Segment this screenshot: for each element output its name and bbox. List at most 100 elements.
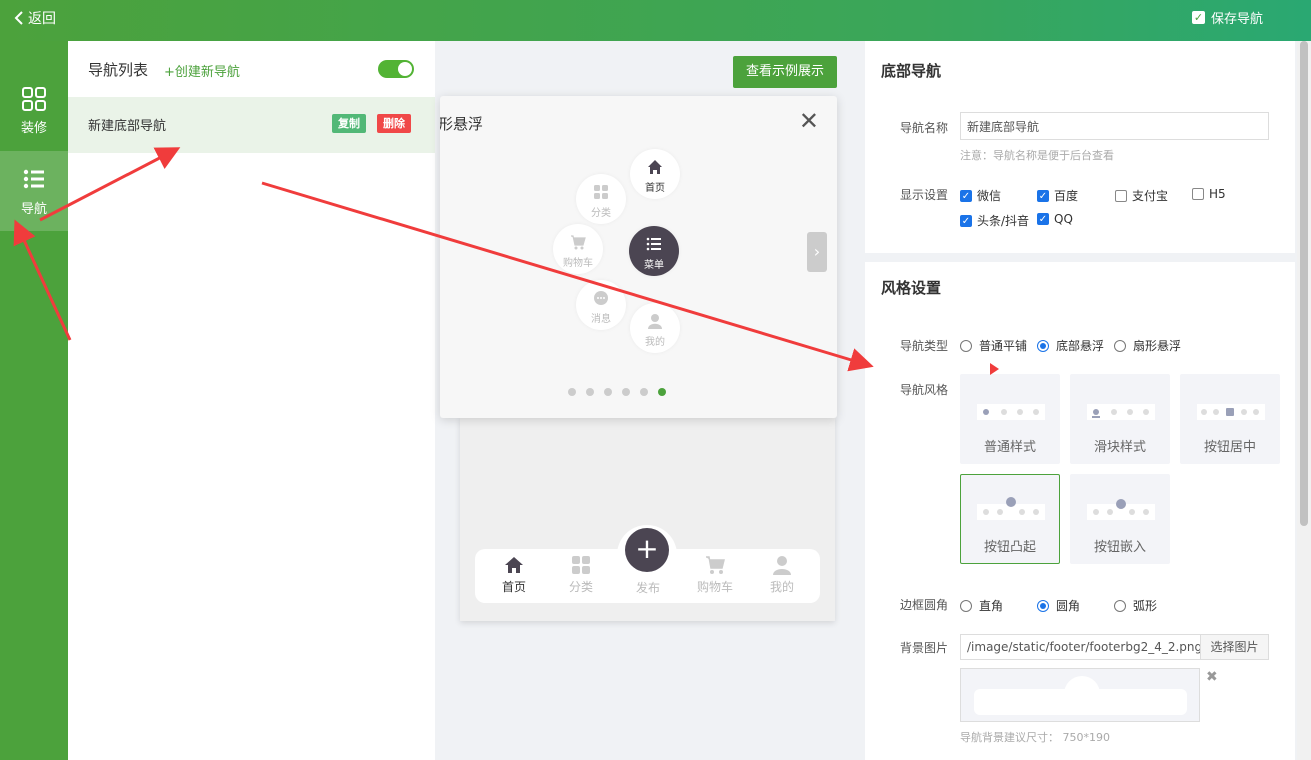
fan-item-message[interactable]: 消息 [576,280,626,330]
copy-button[interactable]: 复制 [332,114,366,133]
settings-panel: 底部导航 导航名称 注意：导航名称是便于后台查看 显示设置 ✓ 微信 ✓ 百度 支付宝 H… [865,41,1295,760]
bg-image-preview [960,668,1200,722]
fan-item-menu[interactable]: 菜单 [629,226,679,276]
page-scrollbar[interactable] [1297,41,1311,760]
nav-name-input[interactable] [960,112,1269,140]
list-icon [23,169,44,189]
radio-label: 底部悬浮 [1056,339,1105,353]
category-icon [572,556,590,574]
style-card-label: 按钮嵌入 [1093,540,1146,555]
slide-dot[interactable] [568,388,576,396]
navigation-list-item[interactable]: 新建底部导航 复制 删除 [68,97,435,153]
slide-dot[interactable] [586,388,594,396]
nav-style-card[interactable]: 按钮居中 [1180,374,1280,464]
fan-item-cart[interactable]: 购物车 [553,224,603,274]
fan-item-mine[interactable]: 我的 [630,303,680,353]
checkbox-icon: ✓ [960,214,972,227]
fan-label: 菜单 [644,260,664,271]
fan-label: 首页 [645,183,665,194]
section-divider [865,253,1295,262]
checkbox-icon: ✓ [1037,189,1049,202]
nav-style-card[interactable]: 按钮嵌入 [1070,474,1170,564]
nav-type-radio[interactable]: 扇形悬浮 [1114,337,1181,354]
sidebar-item-decorate[interactable]: 装修 [0,72,68,152]
nav-type-radio[interactable]: 普通平铺 [960,337,1027,354]
tab-label: 发布 [635,581,660,595]
checkbox-label: QQ [1054,212,1073,226]
platform-checkbox[interactable]: H5 [1192,187,1226,201]
slide-dot[interactable] [640,388,648,396]
sidebar-item-label: 导航 [20,202,47,217]
slide-dot[interactable] [622,388,630,396]
preview-tab-bar: + 首页 分类 发布 购物车 我的 [475,525,820,603]
delete-button[interactable]: 删除 [377,114,411,133]
back-button[interactable]: 返回 [14,8,56,28]
list-icon [646,237,661,251]
radio-label: 弧形 [1133,599,1158,613]
style-preview-graphic [977,404,1045,420]
tab-mine[interactable]: 我的 [757,555,807,595]
select-image-button[interactable]: 选择图片 [1200,634,1269,660]
main-sidebar: 装修 导航 [0,41,68,760]
user-icon [773,556,791,575]
slide-dot[interactable] [604,388,612,396]
style-preview-graphic [1087,499,1155,520]
view-examples-button[interactable]: 查看示例展示 [733,56,837,88]
save-navigation-button[interactable]: ✓ 保存导航 [1191,8,1263,27]
fan-item-home[interactable]: 首页 [630,149,680,199]
style-card-label: 普通样式 [983,440,1036,455]
save-label: 保存导航 [1210,12,1263,27]
style-section-title: 风格设置 [881,279,942,297]
sidebar-item-navigation[interactable]: 导航 [0,151,68,231]
platform-checkbox[interactable]: 支付宝 [1115,187,1168,204]
bg-image-bump [1064,676,1100,694]
navigation-enable-toggle[interactable] [378,60,414,78]
checkbox-icon [1115,189,1127,202]
platform-checkbox[interactable]: ✓ 百度 [1037,187,1078,204]
tab-cart[interactable]: 购物车 [690,555,740,595]
tab-home[interactable]: 首页 [489,555,539,595]
radio-icon [960,599,972,612]
bg-image-path-input[interactable]: /image/static/footer/footerbg2_4_2.png [960,634,1202,660]
publish-plus-button[interactable]: + [625,528,669,572]
fan-item-category[interactable]: 分类 [576,174,626,224]
platform-checkbox[interactable]: ✓ QQ [1037,212,1073,226]
nav-style-card[interactable]: 普通样式 [960,374,1060,464]
corner-radio[interactable]: 直角 [960,597,1003,614]
bg-size-hint: 导航背景建议尺寸： 750*190 [960,731,1110,744]
slide-dot[interactable] [658,388,666,396]
grid-icon [22,87,46,111]
tab-category[interactable]: 分类 [556,555,606,595]
platform-checkbox[interactable]: ✓ 微信 [960,187,1001,204]
preview-area: 查看示例展示 + 首页 分类 发布 购物车 我的 形悬浮 ✕ 首页 分类 购物车… [435,41,865,760]
fan-label: 我的 [645,337,665,348]
nav-type-radio[interactable]: 底部悬浮 [1037,337,1104,354]
message-icon [594,291,608,305]
checkbox-icon: ✓ [1037,213,1049,225]
remove-image-icon[interactable]: ✖ [1206,669,1218,685]
nav-style-label: 导航风格 [900,383,949,397]
radio-icon [1114,599,1126,612]
platform-checkbox[interactable]: ✓ 头条/抖音 [960,212,1029,229]
scrollbar-thumb[interactable] [1300,41,1308,526]
navigation-list-panel: 导航列表 +创建新导航 新建底部导航 复制 删除 [68,41,435,760]
style-card-label: 按钮居中 [1203,440,1256,455]
checkbox-label: 微信 [977,189,1002,203]
create-navigation-link[interactable]: +创建新导航 [164,61,240,80]
corner-radio[interactable]: 弧形 [1114,597,1157,614]
tab-publish[interactable]: 发布 [623,579,673,596]
navigation-item-name: 新建底部导航 [88,119,167,134]
nav-name-label: 导航名称 [900,121,949,135]
tab-label: 分类 [568,580,593,594]
nav-style-card[interactable]: 滑块样式 [1070,374,1170,464]
radio-label: 圆角 [1056,599,1081,613]
chevron-left-icon [14,11,23,25]
next-slide-arrow[interactable]: › [807,232,827,272]
close-icon[interactable]: ✕ [799,109,819,133]
checkbox-label: 百度 [1054,189,1079,203]
radio-icon [1037,339,1049,352]
tab-label: 我的 [769,580,794,594]
corner-radio[interactable]: 圆角 [1037,597,1080,614]
checkbox-label: 支付宝 [1132,189,1169,203]
nav-style-card[interactable]: 按钮凸起 [960,474,1060,564]
